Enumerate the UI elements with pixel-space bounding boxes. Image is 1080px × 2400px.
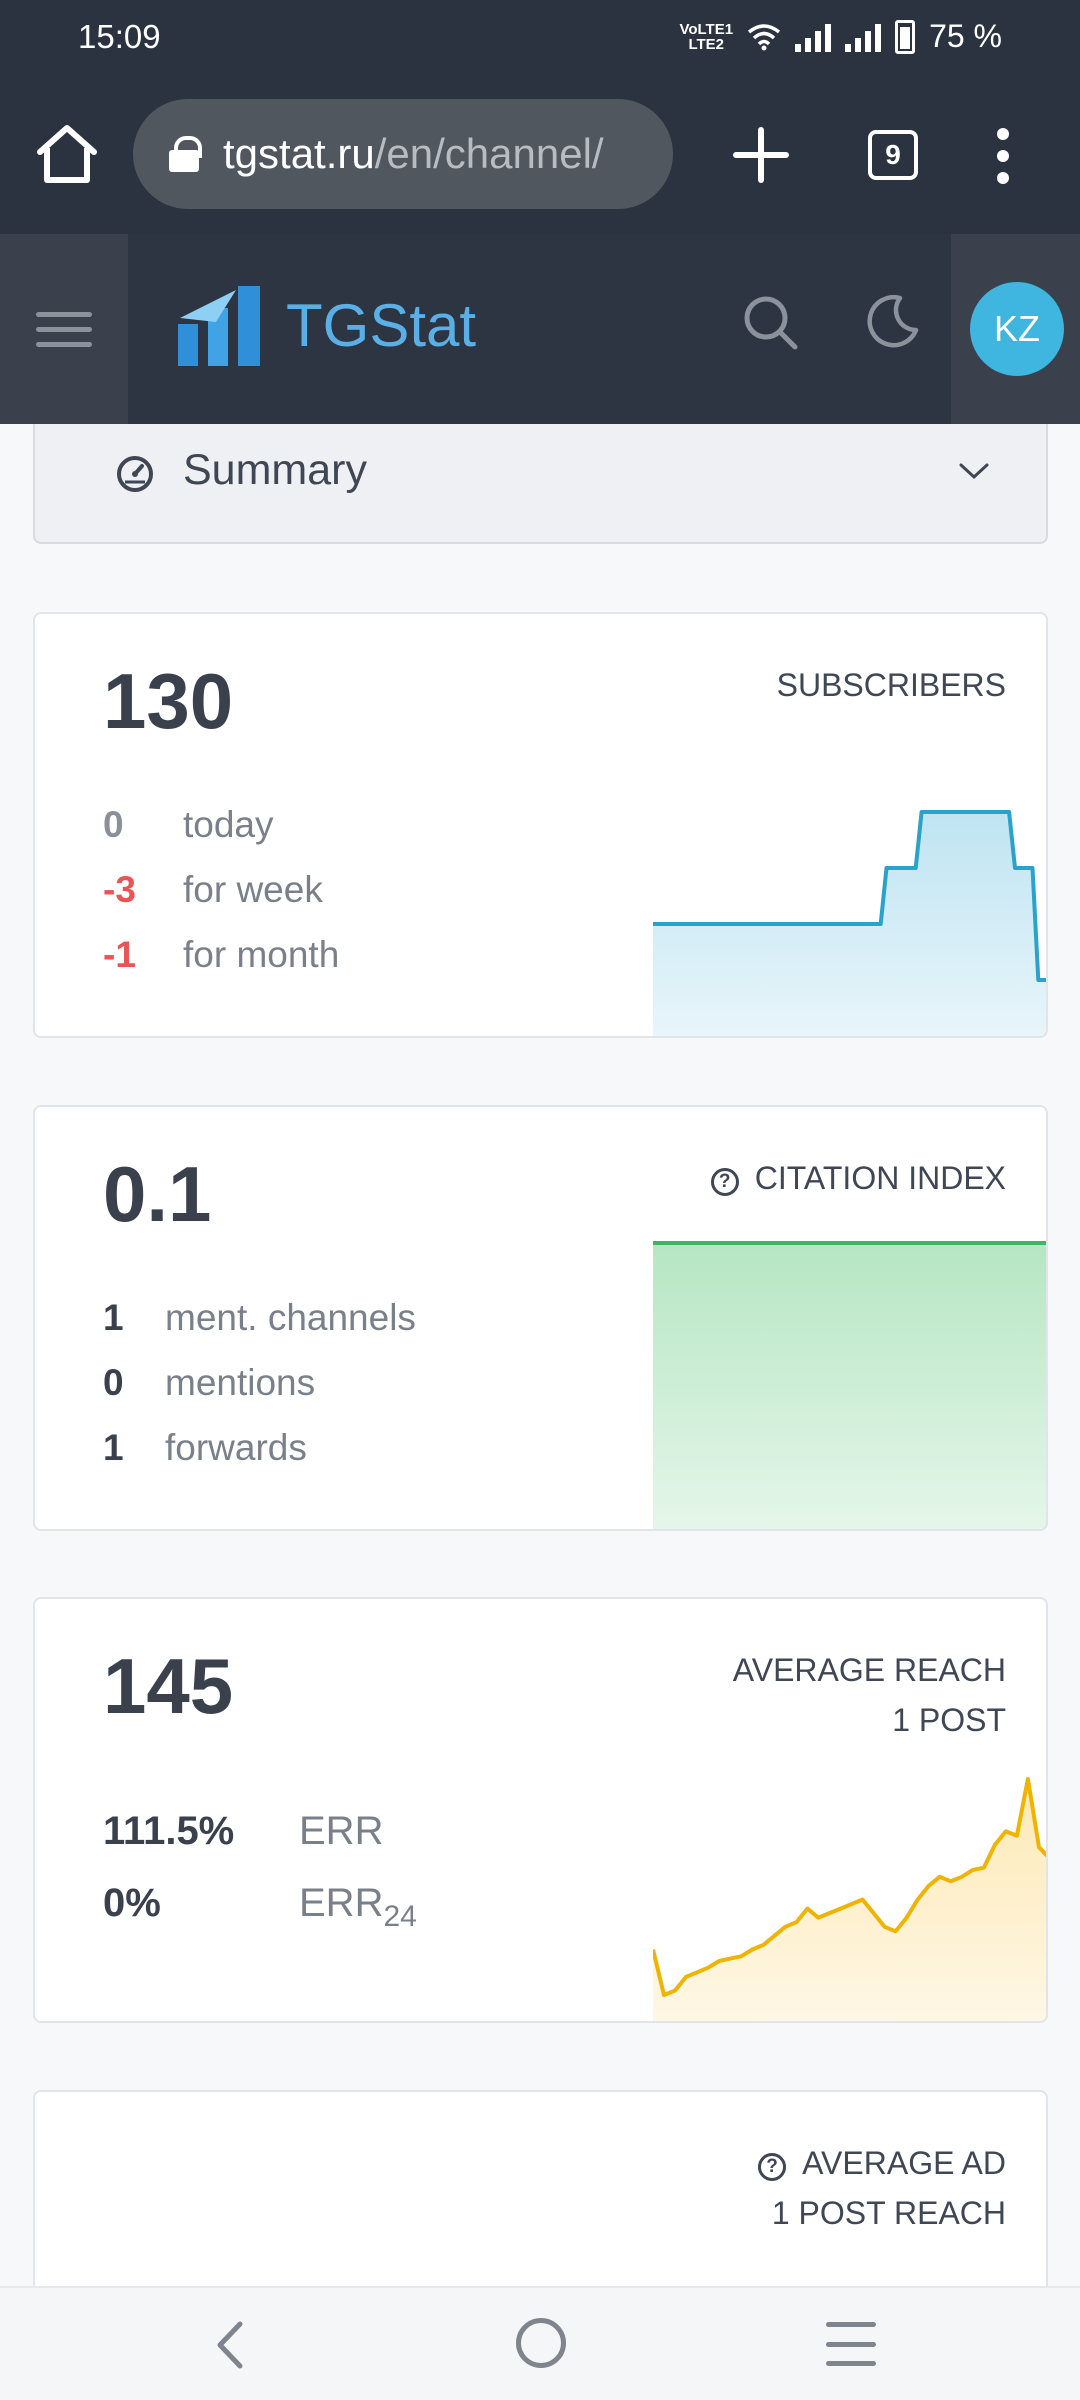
stat-label: today <box>183 804 274 845</box>
title-line-2: 1 POST REACH <box>771 2195 1006 2231</box>
stat-label: for week <box>183 869 323 910</box>
recents-icon[interactable] <box>826 2322 876 2366</box>
stat-value: -3 <box>103 869 136 910</box>
address-bar[interactable]: tgstat.ru/en/channel/ <box>133 99 673 209</box>
url-path: /en/channel/ <box>374 130 604 177</box>
stat-month: -1 for month <box>103 934 339 976</box>
home-circle-icon[interactable] <box>516 2318 566 2368</box>
lock-icon <box>169 136 202 172</box>
home-icon[interactable] <box>32 118 102 188</box>
stat-label: forwards <box>165 1427 307 1468</box>
volte-icon: VoLTE1 LTE2 <box>679 20 734 53</box>
stat-label: mentions <box>165 1362 316 1403</box>
reach-area <box>653 1779 1046 2021</box>
subscribers-count: 130 <box>103 657 234 745</box>
reach-sparkline <box>653 1777 1046 2021</box>
summary-label: Summary <box>183 446 367 494</box>
stat-mentioned-channels: 1 ment. channels <box>103 1297 416 1339</box>
logo[interactable]: TGStat <box>176 284 476 366</box>
tabs-icon[interactable]: 9 <box>868 130 918 180</box>
stat-label-sub: 24 <box>383 1900 417 1933</box>
more-vertical-icon[interactable] <box>990 128 1016 184</box>
dashboard-icon <box>117 456 153 492</box>
status-bar: 15:09 VoLTE1 LTE2 75 % <box>0 0 1080 78</box>
search-icon[interactable] <box>740 292 800 352</box>
battery-icon <box>895 19 916 54</box>
citation-index-value: 0.1 <box>103 1150 212 1238</box>
battery-level: 75 % <box>929 18 1002 54</box>
citation-card[interactable]: 0.1 ? CITATION INDEX 1 ment. channels 0 m… <box>33 1105 1048 1531</box>
stat-today: 0 today <box>103 804 274 846</box>
stat-err24: 0% ERR24 <box>103 1881 417 1934</box>
stat-value: 0 <box>103 1362 124 1403</box>
stat-value: -1 <box>103 934 136 975</box>
stat-value: 111.5% <box>103 1809 235 1853</box>
plus-icon[interactable] <box>728 122 794 188</box>
status-icons: VoLTE1 LTE2 75 % <box>679 18 1002 55</box>
average-reach-card[interactable]: 145 AVERAGE REACH 1 POST 111.5% ERR 0% E… <box>33 1597 1048 2023</box>
stat-label: for month <box>183 934 340 975</box>
stat-value: 1 <box>103 1297 124 1338</box>
subscribers-title: SUBSCRIBERS <box>776 667 1006 703</box>
menu-icon[interactable] <box>0 234 128 424</box>
page: 15:09 VoLTE1 LTE2 75 % tgstat.ru /en/cha… <box>0 0 1080 2400</box>
chevron-down-icon <box>959 463 989 480</box>
browser-toolbar: tgstat.ru/en/channel/ 9 <box>0 78 1080 234</box>
stat-week: -3 for week <box>103 869 323 911</box>
citation-title-text: CITATION INDEX <box>754 1160 1006 1196</box>
citation-sparkline <box>653 1241 1046 1529</box>
average-reach-title: AVERAGE REACH 1 POST <box>733 1645 1006 1745</box>
average-ad-reach-title: ? AVERAGE AD 1 POST REACH <box>758 2138 1006 2238</box>
subscribers-card[interactable]: 130 SUBSCRIBERS 0 today -3 for week -1 f… <box>33 612 1048 1038</box>
stat-value: 0 <box>103 804 124 845</box>
average-reach-value: 145 <box>103 1642 234 1730</box>
citation-title: ? CITATION INDEX <box>710 1153 1006 1203</box>
title-line-1: AVERAGE AD <box>802 2145 1006 2181</box>
citation-area <box>653 1243 1046 1529</box>
url-host: tgstat.ru <box>223 130 375 177</box>
stat-forwards: 1 forwards <box>103 1427 307 1469</box>
help-icon[interactable]: ? <box>758 2153 787 2181</box>
site-header: TGStat KZ <box>0 234 1080 424</box>
signal-2-icon <box>845 22 882 52</box>
avatar[interactable]: KZ <box>970 282 1064 376</box>
wifi-icon <box>747 23 781 50</box>
stat-value: 0% <box>103 1881 161 1925</box>
help-icon[interactable]: ? <box>710 1168 739 1196</box>
brand-name: TGStat <box>286 291 477 359</box>
back-icon[interactable] <box>208 2318 252 2372</box>
stat-label-main: ERR <box>299 1881 384 1925</box>
logo-icon <box>178 286 260 366</box>
stat-label: ERR <box>299 1809 384 1853</box>
clock: 15:09 <box>78 18 161 55</box>
subscribers-sparkline <box>653 810 1046 1036</box>
moon-icon[interactable] <box>862 290 922 350</box>
summary-dropdown[interactable]: Summary <box>33 424 1048 544</box>
title-line-2: 1 POST <box>892 1702 1006 1738</box>
stat-label: ment. channels <box>165 1297 416 1338</box>
signal-1-icon <box>795 22 832 52</box>
stat-err: 111.5% ERR <box>103 1809 383 1854</box>
system-nav-bar <box>0 2286 1080 2400</box>
stat-mentions: 0 mentions <box>103 1362 315 1404</box>
stat-value: 1 <box>103 1427 124 1468</box>
stat-label: ERR24 <box>299 1881 417 1934</box>
title-line-1: AVERAGE REACH <box>732 1652 1006 1688</box>
